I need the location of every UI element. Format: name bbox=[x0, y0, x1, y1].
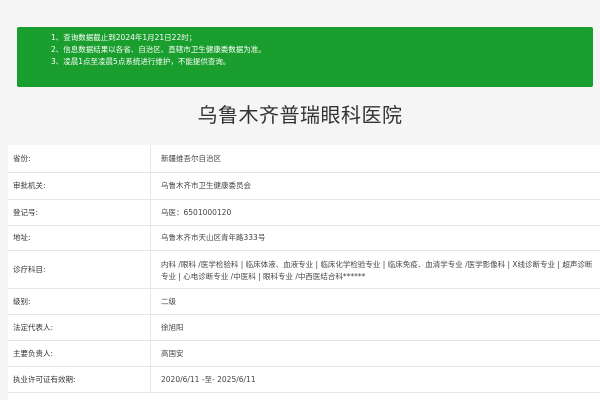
column-divider bbox=[150, 145, 151, 172]
detail-label: 执业许可证有效期: bbox=[13, 374, 76, 384]
page-title: 乌鲁木齐普瑞眼科医院 bbox=[197, 103, 403, 127]
detail-row-level: 级别: 二级 bbox=[8, 288, 600, 315]
detail-row-address: 地址: 乌鲁木齐市天山区青年路333号 bbox=[8, 225, 600, 251]
column-divider bbox=[150, 314, 151, 340]
detail-value: 乌医：6501000120 bbox=[161, 207, 232, 217]
detail-label: 省份: bbox=[13, 154, 31, 163]
detail-value: 徐旭阳 bbox=[161, 322, 184, 332]
hospital-details: 省份: 新疆维吾尔自治区 审批机关: 乌鲁木齐市卫生健康委员会 登记号: 乌医：… bbox=[8, 145, 600, 400]
notice-line: 1、查询数据截止到2024年1月21日22时； bbox=[51, 33, 197, 42]
detail-label: 主要负责人: bbox=[13, 348, 54, 358]
detail-row-legal-representative: 法定代表人: 徐旭阳 bbox=[8, 314, 600, 341]
column-divider bbox=[150, 340, 151, 366]
detail-row-registration-number: 登记号: 乌医：6501000120 bbox=[8, 199, 600, 226]
column-divider bbox=[150, 225, 151, 250]
notice-line: 2、信息数据结果以各省、自治区、直辖市卫生健康委数据为准。 bbox=[51, 45, 266, 54]
detail-label: 地址: bbox=[13, 233, 31, 242]
detail-label: 法定代表人: bbox=[13, 322, 54, 332]
column-divider bbox=[150, 172, 151, 199]
notice-banner: 1、查询数据截止到2024年1月21日22时； 2、信息数据结果以各省、自治区、… bbox=[17, 27, 593, 87]
detail-label: 诊疗科目: bbox=[13, 264, 46, 274]
detail-row-principal: 主要负责人: 高国安 bbox=[8, 340, 600, 367]
detail-value: 乌鲁木齐市卫生健康委员会 bbox=[161, 181, 251, 190]
department-line: 专业 | 心电诊断专业 /中医科 | 眼科专业 /中西医结合科****** bbox=[161, 272, 366, 281]
notice-line: 3、凌晨1点至凌晨5点系统进行维护，不能提供查询。 bbox=[51, 57, 231, 66]
column-divider bbox=[150, 366, 151, 392]
column-divider bbox=[150, 199, 151, 225]
column-divider bbox=[150, 250, 151, 288]
column-divider bbox=[150, 288, 151, 314]
detail-value: 2020/6/11 -至- 2025/6/11 bbox=[161, 374, 256, 384]
detail-label: 登记号: bbox=[13, 207, 39, 217]
department-line: 内科 /眼科 /医学检验科 | 临床体液、血液专业 | 临床化学检验专业 | 临… bbox=[161, 260, 593, 269]
detail-value: 二级 bbox=[161, 296, 176, 306]
detail-label: 级别: bbox=[13, 296, 31, 306]
detail-label: 审批机关: bbox=[13, 181, 46, 190]
detail-row-treatment-departments: 诊疗科目: 内科 /眼科 /医学检验科 | 临床体液、血液专业 | 临床化学检验… bbox=[8, 250, 600, 289]
detail-value: 高国安 bbox=[161, 348, 184, 358]
detail-row-approval-authority: 审批机关: 乌鲁木齐市卫生健康委员会 bbox=[8, 172, 600, 200]
detail-value: 乌鲁木齐市天山区青年路333号 bbox=[161, 233, 266, 242]
detail-value: 新疆维吾尔自治区 bbox=[161, 154, 221, 163]
detail-row-province: 省份: 新疆维吾尔自治区 bbox=[8, 145, 600, 173]
detail-row-license-validity: 执业许可证有效期: 2020/6/11 -至- 2025/6/11 bbox=[8, 366, 600, 393]
